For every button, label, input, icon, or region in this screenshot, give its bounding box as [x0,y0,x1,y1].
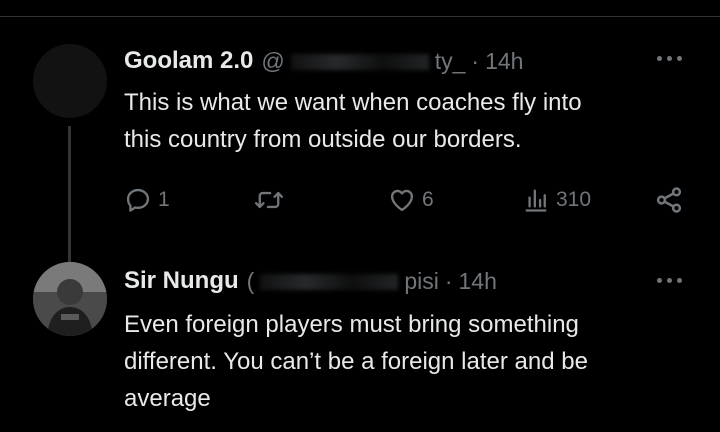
view-count: 310 [556,188,592,211]
avatar[interactable] [33,44,107,118]
handle-suffix: pisi [404,267,439,294]
more-options-icon[interactable] [657,56,682,61]
reply-button[interactable]: 1 [124,180,170,220]
share-button[interactable] [654,180,684,220]
timestamp[interactable]: 14h [485,48,523,75]
handle-prefix: @ [261,47,285,74]
tweet-text: This is what we want when coaches fly in… [124,89,582,153]
tweet-header: Sir Nungu ( pisi · 14h [124,264,497,298]
display-name[interactable]: Sir Nungu [124,267,239,295]
views-button[interactable]: 310 [522,180,591,220]
heart-icon [390,189,414,212]
user-handle[interactable]: ( pisi [247,268,439,295]
reply-count: 1 [158,188,170,211]
reply-icon [126,188,150,212]
dot [677,278,682,283]
handle-suffix: ty_ [434,47,466,74]
more-options-icon[interactable] [657,278,682,283]
avatar-photo [33,262,107,336]
analytics-icon [525,189,547,212]
blurred-handle [290,54,429,71]
avatar[interactable] [33,262,107,336]
dot [657,278,662,283]
dot [657,56,662,61]
separator-dot: · [471,47,480,74]
timestamp[interactable]: 14h [459,268,497,295]
dot [677,56,682,61]
share-icon [656,187,682,213]
retweet-icon [254,191,284,209]
like-button[interactable]: 6 [388,180,434,220]
display-name[interactable]: Goolam 2.0 [124,47,253,75]
top-divider [0,16,720,17]
action-bar: 1 6 310 [124,180,696,220]
dot [667,56,672,61]
user-handle[interactable]: @ ty_ [261,48,465,75]
tweet-header: Goolam 2.0 @ ty_ · 14h [124,44,523,78]
blurred-handle [260,274,399,291]
separator-dot: · [444,267,453,294]
like-count: 6 [422,188,434,211]
handle-prefix: ( [246,267,255,294]
reply-thread: Goolam 2.0 @ ty_ · 14h This is what we wa… [0,0,720,432]
tweet-text: Even foreign players must bring somethin… [124,311,588,412]
thread-connector-line [68,126,71,278]
dot [667,278,672,283]
retweet-button[interactable] [254,180,290,220]
